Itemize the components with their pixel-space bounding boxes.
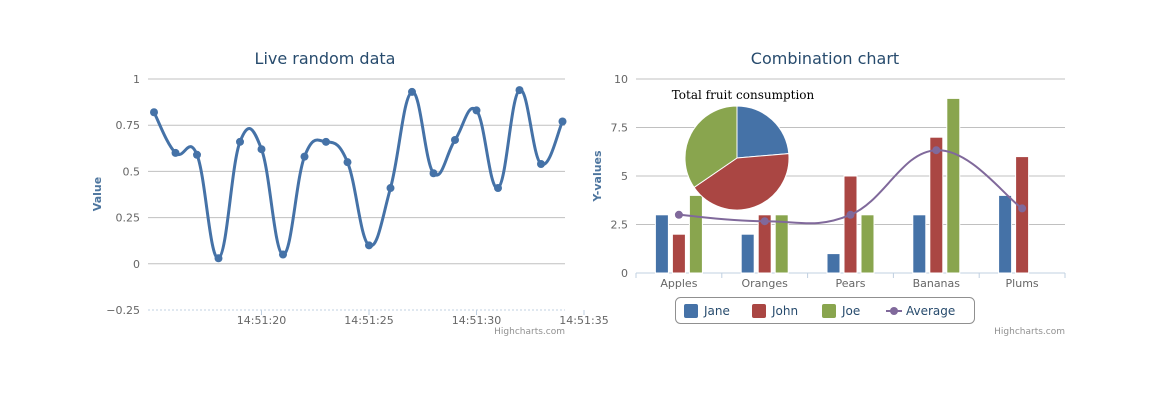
combo-chart-legend: Jane John Joe Average (675, 297, 975, 324)
data-point[interactable] (365, 241, 373, 250)
legend-swatch (684, 304, 698, 318)
legend-label: Joe (841, 304, 860, 318)
y-tick-label: 0 (621, 267, 628, 280)
x-tick-label: Bananas (913, 277, 961, 290)
pie-title: Total fruit consumption (672, 88, 815, 102)
live-chart-title: Live random data (255, 49, 396, 68)
y-tick-label: 0.5 (123, 165, 141, 178)
legend-swatch (752, 304, 766, 318)
bar-jane[interactable] (998, 194, 1013, 274)
legend-item-joe[interactable]: Joe (822, 304, 860, 318)
x-tick-label: 14:51:20 (237, 314, 286, 327)
y-tick-label: 5 (621, 170, 628, 183)
combo-chart-title: Combination chart (751, 49, 899, 68)
combo-chart: Combination chart Y-values 0 2.5 5 7.5 10 Ap… (591, 49, 1066, 337)
data-point[interactable] (472, 106, 481, 115)
data-point[interactable] (558, 117, 567, 126)
bar-john[interactable] (929, 136, 944, 274)
average-point[interactable] (846, 210, 855, 219)
live-chart-y-axis-title: Value (91, 177, 104, 211)
live-chart-y-ticks: 1 0.75 0.5 0.25 0 −0.25 (106, 73, 140, 317)
combo-chart-x-ticks: Apples Oranges Pears Bananas Plums (635, 273, 1066, 290)
data-point[interactable] (515, 86, 524, 95)
bar-jane[interactable] (826, 253, 841, 274)
average-point[interactable] (932, 146, 941, 155)
bar-john[interactable] (671, 233, 686, 274)
y-tick-label: 7.5 (611, 122, 629, 135)
data-point[interactable] (236, 137, 244, 146)
combo-chart-pie (684, 105, 790, 211)
legend-marker (890, 307, 898, 315)
x-tick-label: 14:51:25 (344, 314, 393, 327)
y-tick-label: 0.25 (116, 212, 141, 225)
pie-slice-jane[interactable] (736, 105, 790, 159)
y-tick-label: −0.25 (106, 304, 140, 317)
bar-joe[interactable] (946, 97, 961, 274)
y-tick-label: 0 (133, 258, 140, 271)
data-point[interactable] (322, 137, 330, 146)
average-point[interactable] (760, 217, 769, 226)
bar-joe[interactable] (688, 194, 703, 274)
data-point[interactable] (279, 250, 287, 259)
legend-label: Average (906, 304, 955, 318)
data-point[interactable] (257, 145, 266, 154)
bar-jane[interactable] (912, 214, 927, 274)
charts-canvas: Live random data Value 1 0.75 0.5 0.25 0 −0.2… (91, 49, 1066, 337)
x-tick-label: 14:51:30 (452, 314, 501, 327)
live-chart-credits[interactable]: Highcharts.com (494, 327, 565, 337)
data-point[interactable] (386, 184, 395, 193)
bar-joe[interactable] (860, 214, 875, 274)
live-chart-x-ticks: 14:51:20 14:51:25 14:51:30 14:51:35 (237, 310, 609, 327)
data-point[interactable] (300, 152, 309, 161)
legend-item-jane[interactable]: Jane (684, 304, 730, 318)
average-point[interactable] (1018, 204, 1027, 213)
bar-john[interactable] (1015, 156, 1030, 274)
y-tick-label: 0.75 (116, 119, 141, 132)
data-point[interactable] (193, 150, 201, 159)
data-point[interactable] (451, 135, 459, 144)
legend-label: John (771, 304, 798, 318)
data-point[interactable] (171, 148, 180, 157)
x-tick-label: Oranges (742, 277, 789, 290)
bar-joe[interactable] (774, 214, 789, 274)
data-point[interactable] (343, 158, 352, 167)
x-tick-label: Pears (835, 277, 865, 290)
combo-chart-credits[interactable]: Highcharts.com (994, 327, 1065, 337)
x-tick-label: Apples (660, 277, 697, 290)
bar-jane[interactable] (654, 214, 669, 274)
combo-chart-y-axis-title: Y-values (591, 150, 604, 203)
data-point[interactable] (494, 184, 502, 193)
x-tick-label: Plums (1006, 277, 1039, 290)
combo-chart-y-ticks: 0 2.5 5 7.5 10 (611, 73, 629, 280)
legend-label: Jane (703, 304, 730, 318)
data-point[interactable] (429, 169, 438, 178)
legend-swatch (822, 304, 836, 318)
y-tick-label: 10 (614, 73, 628, 86)
legend-item-john[interactable]: John (752, 304, 798, 318)
data-point[interactable] (214, 254, 223, 263)
live-chart: Live random data Value 1 0.75 0.5 0.25 0 −0.2… (91, 49, 609, 337)
data-point[interactable] (408, 87, 416, 96)
y-tick-label: 1 (133, 73, 140, 86)
bar-john[interactable] (843, 175, 858, 274)
y-tick-label: 2.5 (611, 219, 629, 232)
x-tick-label: 14:51:35 (559, 314, 608, 327)
data-point[interactable] (537, 160, 545, 169)
average-point[interactable] (674, 210, 683, 219)
series-line (152, 88, 564, 260)
bar-jane[interactable] (740, 233, 755, 274)
live-chart-series (150, 86, 567, 263)
data-point[interactable] (150, 108, 158, 117)
